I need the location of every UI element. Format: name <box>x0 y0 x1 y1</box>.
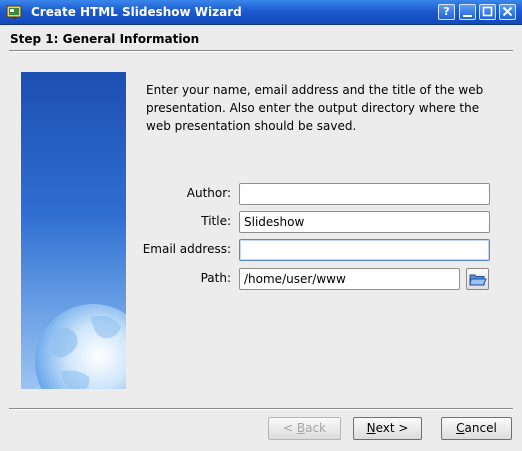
browse-folder-button[interactable] <box>466 268 489 290</box>
title-label: Title: <box>201 214 231 228</box>
back-button-prefix: < <box>282 421 297 435</box>
maximize-icon <box>482 6 493 17</box>
next-button-mnemonic: N <box>366 421 376 435</box>
email-field[interactable] <box>239 239 490 261</box>
minimize-button[interactable] <box>459 4 476 20</box>
author-label: Author: <box>186 186 231 200</box>
slideshow-icon <box>6 5 22 19</box>
window-title: Create HTML Slideshow Wizard <box>31 5 242 19</box>
header-divider <box>9 50 513 52</box>
next-button-rest: ext > <box>375 421 409 435</box>
cancel-button[interactable]: Cancel <box>441 417 512 440</box>
wizard-side-image <box>21 72 126 389</box>
globe-icon <box>35 304 126 389</box>
back-button-mnemonic: B <box>296 421 306 435</box>
window-titlebar[interactable]: Create HTML Slideshow Wizard ? <box>0 0 522 25</box>
folder-open-icon <box>469 274 487 286</box>
help-button[interactable]: ? <box>438 4 455 20</box>
footer-divider <box>9 408 513 410</box>
author-field[interactable] <box>239 183 490 205</box>
email-label: Email address: <box>142 242 231 256</box>
maximize-button[interactable] <box>479 4 496 20</box>
next-button[interactable]: Next > <box>353 417 422 440</box>
close-button[interactable] <box>499 4 516 20</box>
cancel-button-mnemonic: C <box>456 421 465 435</box>
intro-text: Enter your name, email address and the t… <box>146 83 484 133</box>
back-button-rest: ack <box>305 421 326 435</box>
path-label: Path: <box>200 271 231 285</box>
minimize-icon <box>463 15 472 17</box>
back-button[interactable]: < Back <box>268 417 341 440</box>
step-title: Step 1: General Information <box>10 32 200 46</box>
close-icon <box>502 6 513 17</box>
path-field[interactable] <box>239 268 460 290</box>
cancel-button-rest: ancel <box>464 421 497 435</box>
title-field[interactable] <box>239 211 490 233</box>
